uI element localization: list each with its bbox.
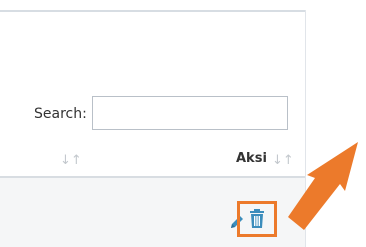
sort-icon[interactable]: ↓↑ bbox=[60, 153, 82, 168]
callout-arrow bbox=[288, 142, 358, 230]
column-header-aksi[interactable]: Aksi bbox=[236, 151, 267, 166]
trash-icon bbox=[250, 209, 264, 228]
search-label: Search: bbox=[34, 106, 87, 122]
panel-top-border bbox=[0, 10, 305, 12]
search-input[interactable] bbox=[92, 96, 288, 130]
